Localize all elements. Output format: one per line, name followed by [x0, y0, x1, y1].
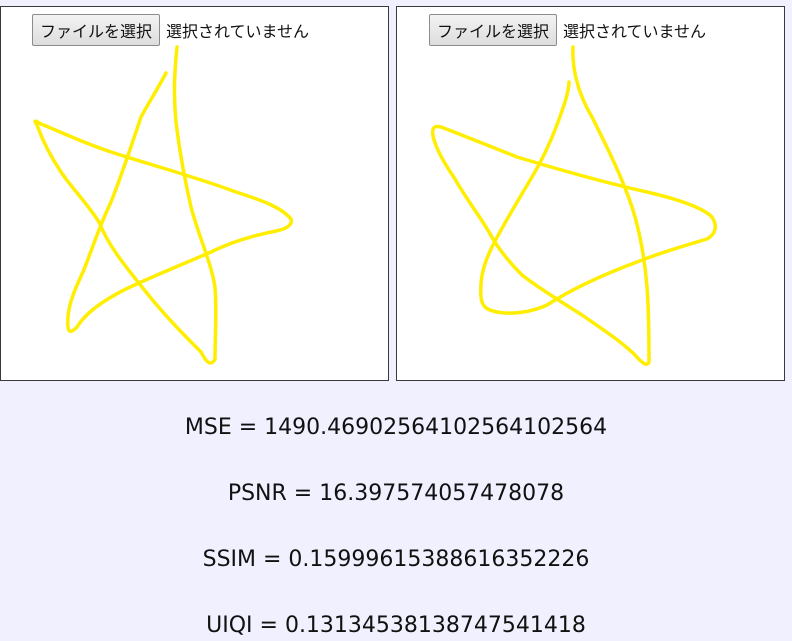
- image-panel-right: ファイルを選択 選択されていません: [396, 6, 785, 381]
- choose-file-button-left[interactable]: ファイルを選択: [32, 14, 161, 46]
- mse-metric: MSE = 1490.4690256410256410256​4: [184, 415, 608, 440]
- star-stroke-left: [33, 45, 294, 365]
- ssim-metric: SSIM = 0.15999615388616352226: [202, 547, 590, 572]
- file-status-left: 選択されていません: [166, 22, 310, 41]
- metrics-section: MSE = 1490.4690256410256410256​4 PSNR = …: [0, 396, 792, 641]
- image-comparison-page: ファイルを選択 選択されていません ファイルを選択 選択されていません MSE …: [0, 0, 792, 641]
- star-drawing-right: [430, 45, 718, 366]
- file-picker-left: ファイルを選択 選択されていません: [32, 13, 309, 47]
- file-picker-right: ファイルを選択 選択されていません: [429, 13, 706, 47]
- uiqi-metric: UIQI = 0.13134538138747541418: [206, 613, 586, 638]
- star-stroke-right: [430, 45, 718, 366]
- psnr-metric: PSNR = 16.397574057478078: [227, 481, 565, 506]
- choose-file-button-right[interactable]: ファイルを選択: [429, 14, 558, 46]
- image-panel-left: ファイルを選択 選択されていません: [0, 6, 389, 381]
- file-status-right: 選択されていません: [563, 22, 707, 41]
- star-drawing-left: [33, 45, 294, 365]
